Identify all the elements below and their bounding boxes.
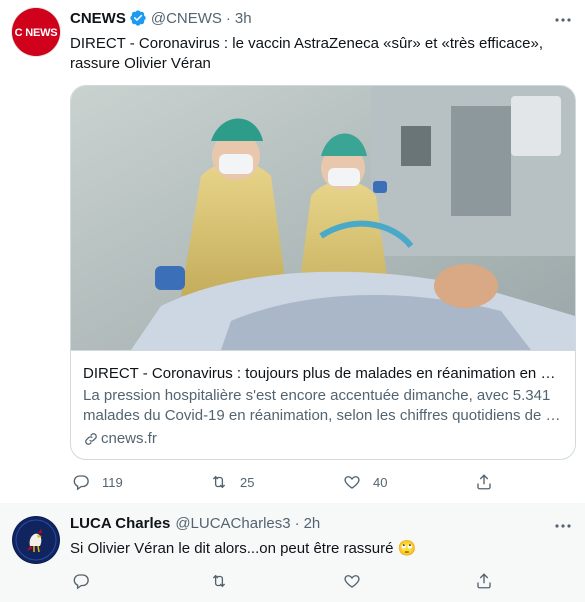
tweet-actions — [70, 571, 510, 591]
tweet-text-line: rassure Olivier Véran — [70, 55, 211, 72]
cnews-logo: C NEWS — [12, 8, 60, 56]
link-card-body: DIRECT - Coronavirus : toujours plus de … — [71, 350, 575, 459]
retweet-button[interactable]: 25 — [210, 473, 254, 491]
tweet-text-line: DIRECT - Coronavirus : le vaccin AstraZe… — [70, 35, 543, 52]
tweet-header: CNEWS @CNEWS · 3h — [70, 9, 252, 27]
tweet-text: Si Olivier Véran le dit alors...on peut … — [70, 540, 417, 557]
svg-text:C NEWS: C NEWS — [15, 27, 58, 39]
rooster-emblem-icon — [13, 517, 59, 563]
separator-dot: · — [294, 515, 300, 532]
retweet-icon — [212, 574, 226, 588]
tweet-text: DIRECT - Coronavirus : le vaccin AstraZe… — [70, 34, 543, 74]
link-card-title: DIRECT - Coronavirus : toujours plus de … — [83, 365, 556, 382]
more-options-icon[interactable] — [553, 10, 573, 30]
like-button[interactable] — [343, 572, 361, 590]
link-card-domain: cnews.fr — [83, 430, 157, 447]
link-card[interactable]: DIRECT - Coronavirus : toujours plus de … — [70, 85, 576, 460]
retweet-count: 25 — [240, 474, 255, 490]
tweet-cnews[interactable]: C NEWS CNEWS @CNEWS · 3h DIRECT - Corona… — [0, 0, 585, 503]
reply-count: 119 — [102, 474, 123, 490]
timestamp[interactable]: 2h — [304, 515, 321, 532]
author-name[interactable]: LUCA Charles — [70, 515, 170, 532]
luca-avatar[interactable] — [12, 516, 60, 564]
heart-icon — [344, 575, 360, 588]
separator-dot: · — [225, 9, 231, 27]
link-card-image — [71, 86, 575, 350]
share-button[interactable] — [475, 572, 493, 590]
reply-icon — [73, 475, 89, 491]
link-card-description-line: La pression hospitalière s'est encore ac… — [83, 387, 551, 404]
author-handle[interactable]: @CNEWS — [151, 10, 222, 27]
link-card-domain-text: cnews.fr — [101, 430, 157, 447]
cnews-avatar[interactable]: C NEWS — [12, 8, 60, 56]
timestamp[interactable]: 3h — [235, 10, 252, 27]
like-button[interactable]: 40 — [343, 473, 387, 491]
link-card-description: La pression hospitalière s'est encore ac… — [83, 386, 563, 426]
retweet-button[interactable] — [210, 572, 228, 590]
share-icon — [477, 474, 491, 490]
like-count: 40 — [373, 474, 388, 490]
retweet-icon — [212, 475, 226, 489]
share-icon — [477, 573, 491, 589]
reply-button[interactable]: 119 — [72, 473, 123, 491]
reply-button[interactable] — [72, 572, 90, 590]
reply-icon — [73, 574, 89, 590]
author-name[interactable]: CNEWS — [70, 10, 126, 27]
verified-badge-icon — [130, 10, 146, 26]
tweet-header: LUCA Charles @LUCACharles3 · 2h — [70, 515, 320, 532]
share-button[interactable] — [475, 473, 493, 491]
more-options-icon[interactable] — [553, 516, 573, 536]
tweet-actions: 119 25 40 — [70, 472, 510, 492]
heart-icon — [344, 476, 360, 489]
author-handle[interactable]: @LUCACharles3 — [175, 515, 290, 532]
link-card-description-line: malades du Covid-19 en réanimation, selo… — [83, 407, 561, 424]
link-icon — [85, 432, 97, 445]
